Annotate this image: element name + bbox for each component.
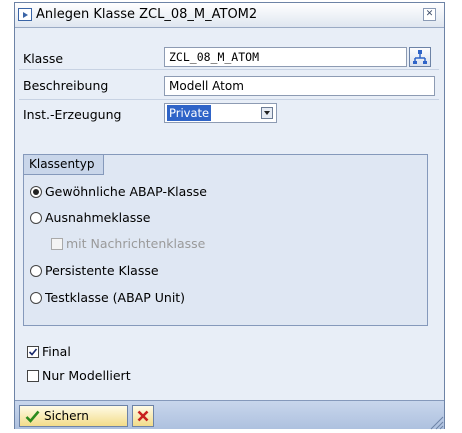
- checkbox-nachrichtenklasse: mit Nachrichtenklasse: [51, 236, 205, 251]
- radio-persistente[interactable]: Persistente Klasse: [30, 263, 159, 278]
- dialog-window-icon: [18, 8, 32, 21]
- radio-button[interactable]: [30, 186, 42, 198]
- radio-button[interactable]: [30, 292, 42, 304]
- klasse-label: Klasse: [23, 51, 64, 66]
- cancel-button[interactable]: [132, 405, 154, 427]
- checkmark-icon: [25, 410, 40, 423]
- checkbox-label: Final: [42, 344, 71, 359]
- checkmark-icon: [28, 348, 38, 356]
- radio-button[interactable]: [30, 265, 42, 277]
- radio-button[interactable]: [30, 212, 42, 224]
- save-button-label: Sichern: [44, 409, 89, 423]
- checkbox: [51, 238, 63, 250]
- inst-erzeugung-value: Private: [167, 105, 212, 121]
- checkbox-label: Nur Modelliert: [42, 368, 131, 383]
- resize-grip-icon[interactable]: [428, 414, 444, 430]
- radio-testklasse[interactable]: Testklasse (ABAP Unit): [30, 290, 185, 305]
- save-button[interactable]: Sichern: [19, 405, 128, 427]
- radio-label: Persistente Klasse: [45, 263, 159, 278]
- hierarchy-button[interactable]: [409, 47, 431, 67]
- checkbox-label: mit Nachrichtenklasse: [66, 236, 206, 251]
- create-class-dialog: Anlegen Klasse ZCL_08_M_ATOM2 ✕ Klasse Z…: [14, 2, 445, 430]
- radio-gewoehnliche[interactable]: Gewöhnliche ABAP-Klasse: [30, 184, 207, 199]
- checkbox-nur-modelliert[interactable]: Nur Modelliert: [27, 368, 131, 383]
- hierarchy-icon: [413, 50, 427, 64]
- klasse-field[interactable]: ZCL_08_M_ATOM: [164, 47, 407, 67]
- close-icon[interactable]: ✕: [423, 8, 436, 21]
- dialog-titlebar[interactable]: Anlegen Klasse ZCL_08_M_ATOM2 ✕: [15, 3, 444, 28]
- radio-ausnahme[interactable]: Ausnahmeklasse: [30, 210, 150, 225]
- radio-label: Ausnahmeklasse: [45, 210, 151, 225]
- checkbox[interactable]: [27, 370, 39, 382]
- dropdown-icon[interactable]: [261, 107, 273, 119]
- beschreibung-field[interactable]: Modell Atom: [164, 76, 435, 96]
- checkbox[interactable]: [27, 346, 39, 358]
- inst-erzeugung-select[interactable]: Private: [164, 103, 277, 123]
- dialog-footer: Sichern: [15, 400, 444, 430]
- checkbox-final[interactable]: Final: [27, 344, 71, 359]
- cancel-icon: [137, 410, 149, 422]
- radio-label: Testklasse (ABAP Unit): [45, 290, 186, 305]
- radio-label: Gewöhnliche ABAP-Klasse: [45, 184, 207, 199]
- row-separator: [19, 99, 439, 100]
- row-separator: [19, 69, 439, 70]
- beschreibung-label: Beschreibung: [23, 78, 109, 93]
- klassentyp-header: Klassentyp: [24, 155, 104, 175]
- inst-erzeugung-label: Inst.-Erzeugung: [23, 107, 122, 122]
- klassentyp-group: Klassentyp Gewöhnliche ABAP-Klasse Ausna…: [23, 154, 428, 326]
- dialog-title: Anlegen Klasse ZCL_08_M_ATOM2: [36, 7, 258, 22]
